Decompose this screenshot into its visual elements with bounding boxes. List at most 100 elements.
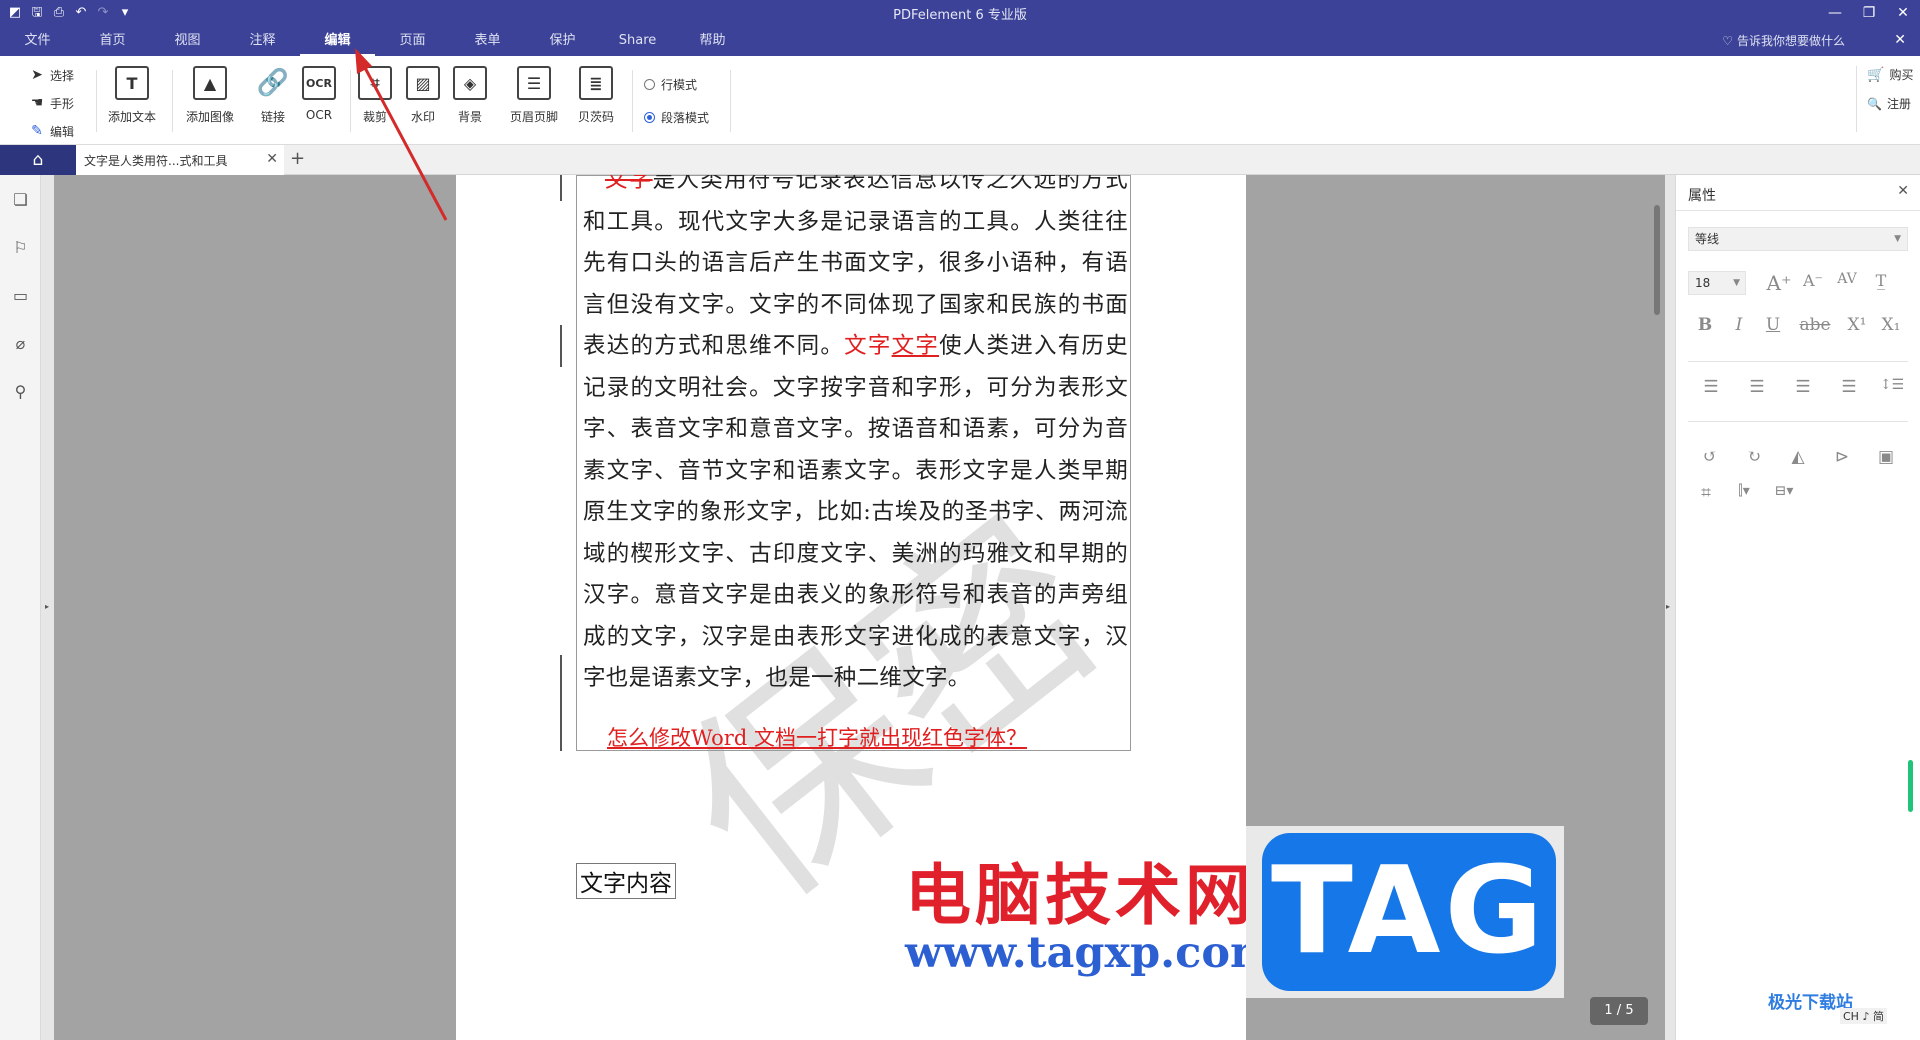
menu-page[interactable]: 页面 (375, 30, 450, 56)
tell-me-search[interactable]: ♡ 告诉我你想要做什么 (1722, 32, 1845, 49)
menu-protect[interactable]: 保护 (525, 30, 600, 56)
text-color-icon[interactable]: T̲ (1864, 271, 1898, 295)
home-icon: ⌂ (32, 150, 44, 170)
ribbon-collapse-icon[interactable]: ✕ (1894, 32, 1906, 48)
struck-text: 文字 (605, 175, 653, 193)
attachment-icon[interactable]: ⌀ (0, 319, 41, 367)
font-style-tools: B I U abe X¹ X₁ (1688, 315, 1908, 335)
main-menu: 文件 首页 视图 注释 编辑 页面 表单 保护 Share 帮助 (0, 30, 750, 56)
buy-button[interactable]: 🛒 购买 (1867, 66, 1920, 83)
font-size-tools: A⁺ A⁻ AV T̲ (1762, 271, 1898, 295)
buy-label: 购买 (1889, 68, 1914, 82)
close-panel-icon[interactable]: ✕ (1897, 183, 1909, 199)
select-mode-button[interactable]: ➤ 选择 (28, 64, 74, 86)
ribbon-separator (96, 70, 97, 132)
menu-home[interactable]: 首页 (75, 30, 150, 56)
align-justify-icon[interactable]: ☰ (1826, 377, 1872, 397)
crop-image-icon[interactable]: ⌗ (1688, 483, 1724, 503)
menu-file[interactable]: 文件 (0, 30, 75, 56)
customize-icon[interactable]: ▾ (116, 4, 134, 22)
header-footer-label: 页眉页脚 (510, 110, 559, 124)
menu-comment[interactable]: 注释 (225, 30, 300, 56)
vertical-scrollbar[interactable] (1654, 205, 1660, 315)
undo-icon[interactable]: ↶ (72, 4, 90, 22)
rotate-right-icon[interactable]: ↻ (1732, 447, 1776, 467)
home-tab[interactable]: ⌂ (0, 145, 76, 175)
increase-font-icon[interactable]: A⁺ (1762, 271, 1796, 295)
paragraph-mode-radio[interactable]: 段落模式 (644, 109, 709, 126)
redo-icon[interactable]: ↷ (94, 4, 112, 22)
replace-image-icon[interactable]: ▣ (1864, 447, 1908, 467)
align-objects-icon[interactable]: ⫿▾ (1724, 483, 1764, 503)
flip-vertical-icon[interactable]: ◭ (1776, 447, 1820, 467)
menu-form[interactable]: 表单 (450, 30, 525, 56)
menu-help[interactable]: 帮助 (675, 30, 750, 56)
tag-logo: TAG (1262, 833, 1556, 991)
line-spacing-icon[interactable]: ↕☰ (1872, 377, 1912, 397)
bates-number-button[interactable]: ≣ 贝茨码 (578, 66, 614, 125)
add-text-button[interactable]: T 添加文本 (108, 66, 156, 125)
red-question-line: 怎么修改Word 文档一打字就出现红色字体？ (607, 726, 1027, 750)
bold-icon[interactable]: B (1688, 315, 1722, 335)
menu-view[interactable]: 视图 (150, 30, 225, 56)
site-watermark: 电脑技术网 www.tagxp.com TAG (905, 820, 1565, 1000)
italic-icon[interactable]: I (1722, 315, 1756, 335)
crop-button[interactable]: ⌗ 裁剪 (358, 66, 392, 125)
hand-mode-button[interactable]: ☚ 手形 (28, 92, 74, 114)
font-family-select[interactable]: 等线 ▼ (1688, 227, 1908, 251)
superscript-icon[interactable]: X¹ (1840, 315, 1874, 335)
link-icon: 🔗 (256, 68, 290, 98)
quick-access-toolbar: ◩ 🖫 ⎙ ↶ ↷ ▾ (6, 3, 134, 23)
thumbnails-icon[interactable]: ❏ (0, 175, 41, 223)
font-size-select[interactable]: 18 ▼ (1688, 271, 1746, 295)
document-tab[interactable]: 文字是人类用符...式和工具 ✕ (76, 145, 284, 175)
align-left-icon[interactable]: ☰ (1688, 377, 1734, 397)
ocr-button[interactable]: OCR OCR (302, 66, 336, 122)
comment-icon[interactable]: ▭ (0, 271, 41, 319)
hand-icon: ☚ (30, 95, 44, 111)
align-center-icon[interactable]: ☰ (1734, 377, 1780, 397)
close-tab-icon[interactable]: ✕ (266, 151, 278, 167)
edit-mode-button[interactable]: ✎ 编辑 (28, 120, 74, 142)
align-right-icon[interactable]: ☰ (1780, 377, 1826, 397)
left-panel-toggle-icon[interactable]: ▸ (45, 602, 49, 611)
window-title: PDFelement 6 专业版 (893, 8, 1027, 23)
strikethrough-icon[interactable]: abe (1790, 315, 1840, 335)
background-button[interactable]: ◈ 背景 (453, 66, 487, 125)
new-tab-icon[interactable]: + (290, 148, 305, 169)
underline-icon[interactable]: U (1756, 315, 1790, 335)
decrease-font-icon[interactable]: A⁻ (1796, 271, 1830, 295)
ribbon-separator (350, 70, 351, 132)
editable-text-block[interactable]: 文字是人类用符号记录表达信息以传之久远的方式和工具。现代文字大多是记录语言的工具… (576, 175, 1131, 751)
key-icon: 🔍 (1867, 96, 1882, 111)
app-logo-icon[interactable]: ◩ (6, 4, 24, 22)
rotate-left-icon[interactable]: ↺ (1688, 447, 1732, 467)
menu-share[interactable]: Share (600, 30, 675, 56)
link-button[interactable]: 🔗 链接 (256, 66, 290, 125)
header-footer-icon: ☰ (517, 66, 551, 100)
header-footer-button[interactable]: ☰ 页眉页脚 (510, 66, 558, 125)
close-icon[interactable]: ✕ (1886, 0, 1920, 26)
line-mode-radio[interactable]: 行模式 (644, 76, 709, 93)
menu-edit[interactable]: 编辑 (300, 30, 375, 56)
watermark-button[interactable]: ▨ 水印 (406, 66, 440, 125)
add-image-button[interactable]: ▲ 添加图像 (186, 66, 234, 125)
register-button[interactable]: 🔍 注册 (1867, 95, 1920, 112)
text-content-box[interactable]: 文字内容 (576, 863, 676, 899)
search-icon[interactable]: ⚲ (0, 367, 41, 415)
minimize-icon[interactable]: — (1818, 0, 1852, 26)
right-panel-toggle-icon[interactable]: ▸ (1666, 602, 1670, 611)
chevron-down-icon: ▼ (1894, 234, 1901, 244)
character-spacing-icon[interactable]: AV (1830, 271, 1864, 295)
cart-icon: 🛒 (1867, 66, 1885, 83)
print-icon[interactable]: ⎙ (50, 4, 68, 22)
bookmark-icon[interactable]: ⚐ (0, 223, 41, 271)
window-controls: — ❐ ✕ (1818, 0, 1920, 26)
restore-icon[interactable]: ❐ (1852, 0, 1886, 26)
subscript-icon[interactable]: X₁ (1874, 315, 1908, 335)
document-tab-label: 文字是人类用符...式和工具 (84, 153, 228, 168)
distribute-objects-icon[interactable]: ⊟▾ (1764, 483, 1804, 503)
save-icon[interactable]: 🖫 (28, 4, 46, 22)
flip-horizontal-icon[interactable]: ⊳ (1820, 447, 1864, 467)
panel-separator (1688, 361, 1908, 362)
